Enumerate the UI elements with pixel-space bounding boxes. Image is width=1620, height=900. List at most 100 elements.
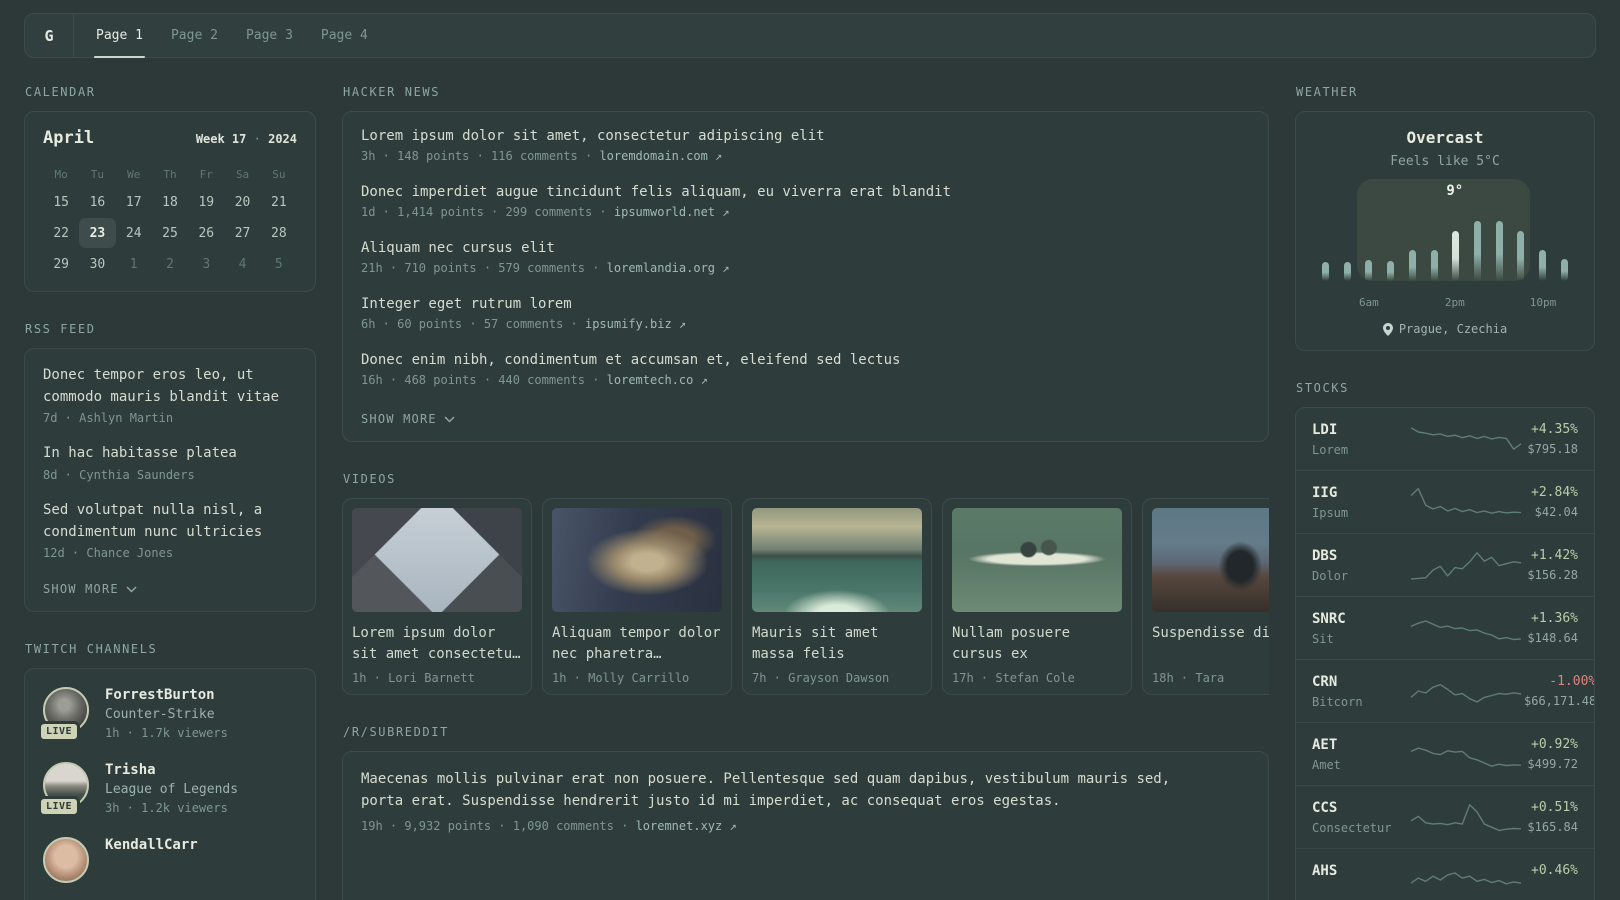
external-link-icon: ↗ (722, 261, 730, 275)
stock-price: $156.28 (1527, 568, 1578, 582)
hn-meta-text: 21h · 710 points · 579 comments (361, 261, 585, 275)
video-title[interactable]: Suspendisse diam (1152, 623, 1269, 665)
stock-symbol: DBS (1312, 547, 1338, 564)
video-thumbnail[interactable] (552, 508, 722, 612)
rss-item-meta: 7d · Ashlyn Martin (43, 411, 174, 426)
calendar-day: 15 (53, 194, 69, 210)
hn-story-title[interactable]: Lorem ipsum dolor sit amet, consectetur … (361, 128, 1250, 144)
weather-chart: 9° (1316, 179, 1574, 295)
calendar-day: 21 (271, 194, 287, 210)
meta-separator: · (592, 205, 614, 219)
weather-hour-bar (1560, 258, 1568, 281)
hn-story-title[interactable]: Donec imperdiet augue tincidunt felis al… (361, 184, 1250, 200)
hn-story-domain[interactable]: ipsumify.biz ↗ (585, 317, 686, 331)
stock-name: Lorem (1312, 442, 1349, 457)
app-logo[interactable]: G (25, 14, 74, 57)
tab-page-4[interactable]: Page 4 (321, 14, 368, 57)
weekday-label: Su (272, 167, 286, 181)
calendar-month: April (43, 128, 95, 148)
video-card[interactable]: Lorem ipsum dolor sit amet consectetu… 1… (342, 498, 532, 695)
reddit-post-title[interactable]: Maecenas mollis pulvinar erat non posuer… (361, 768, 1176, 813)
video-thumbnail[interactable] (752, 508, 922, 612)
calendar-day: 17 (125, 194, 142, 210)
rss-item-title[interactable]: In hac habitasse platea (43, 443, 297, 465)
twitch-channel[interactable]: KendallCarr (43, 837, 297, 884)
hn-story-domain[interactable]: loremdomain.com ↗ (599, 149, 722, 163)
external-link-icon: ↗ (729, 818, 737, 833)
hn-story-meta: 21h · 710 points · 579 comments · loreml… (361, 261, 1250, 275)
hn-meta-text: 6h · 60 points · 57 comments (361, 317, 564, 331)
reddit-post: Maecenas mollis pulvinar erat non posuer… (361, 768, 1250, 833)
stock-row[interactable]: AET Amet +0.92% $499.72 (1296, 722, 1594, 785)
hn-story-title[interactable]: Donec enim nibh, condimentum et accumsan… (361, 352, 1250, 368)
hn-show-more-button[interactable]: SHOW MORE (361, 412, 455, 426)
channel-meta: 3h · 1.2k viewers (105, 801, 228, 816)
rss-item-title[interactable]: Donec tempor eros leo, ut commodo mauris… (43, 365, 297, 408)
calendar-week-label: Week 17 (195, 132, 247, 146)
reddit-meta-text: 19h · 9,932 points · 1,090 comments (361, 818, 614, 833)
twitch-channel[interactable]: LIVE Trisha League of Legends 3h · 1.2k … (38, 762, 297, 818)
rss-item-title[interactable]: Sed volutpat nulla nisl, a condimentum n… (43, 500, 297, 543)
calendar-day: 5 (274, 256, 283, 272)
video-thumbnail[interactable] (1152, 508, 1269, 612)
channel-game: Counter-Strike (105, 707, 215, 723)
show-more-label: SHOW MORE (361, 412, 437, 426)
video-card[interactable]: Suspendisse diam 18h · Tara (1142, 498, 1269, 695)
rss-item-meta: 8d · Cynthia Saunders (43, 468, 195, 483)
hn-story-domain[interactable]: ipsumworld.net ↗ (614, 205, 730, 219)
hn-story: Lorem ipsum dolor sit amet, consectetur … (361, 128, 1250, 163)
location-text: Prague, Czechia (1398, 322, 1508, 336)
stocks-section-title: STOCKS (1296, 381, 1349, 395)
stock-change: +0.92% (1531, 737, 1578, 752)
video-card[interactable]: Nullam posuere cursus ex 17h · Stefan Co… (942, 498, 1132, 695)
hacker-news-card: Lorem ipsum dolor sit amet, consectetur … (342, 111, 1269, 442)
stock-sparkline (1410, 804, 1522, 832)
stock-symbol: CRN (1312, 673, 1338, 690)
video-card[interactable]: Mauris sit amet massa felis 7h · Grayson… (742, 498, 932, 695)
calendar-grid: Mo Tu We Th Fr Sa Su 15 16 17 18 19 20 2… (43, 162, 297, 279)
video-title[interactable]: Aliquam tempor dolor nec pharetra… (552, 623, 722, 665)
video-title[interactable]: Nullam posuere cursus ex (952, 623, 1122, 665)
twitch-channel[interactable]: LIVE ForrestBurton Counter-Strike 1h · 1… (38, 687, 297, 743)
left-column: CALENDAR April Week 17 · 2024 Mo Tu We T… (24, 85, 316, 900)
tab-page-2[interactable]: Page 2 (171, 14, 218, 57)
video-card[interactable]: Aliquam tempor dolor nec pharetra… 1h · … (542, 498, 732, 695)
stock-row[interactable]: SNRC Sit +1.36% $148.64 (1296, 596, 1594, 659)
stock-symbol: IIG (1312, 484, 1338, 501)
stock-name: Sit (1312, 631, 1334, 646)
hn-story-title[interactable]: Integer eget rutrum lorem (361, 296, 1250, 312)
avatar (43, 837, 89, 884)
stock-change: +0.51% (1531, 800, 1578, 815)
video-thumbnail[interactable] (352, 508, 522, 612)
video-thumbnail[interactable] (952, 508, 1122, 612)
meta-separator: · (563, 317, 585, 331)
video-title[interactable]: Mauris sit amet massa felis (752, 623, 922, 665)
videos-section-title: VIDEOS (343, 472, 396, 486)
hn-story-title[interactable]: Aliquam nec cursus elit (361, 240, 1250, 256)
stock-change: -1.00% (1549, 674, 1595, 689)
tab-page-3[interactable]: Page 3 (246, 14, 293, 57)
tab-page-1[interactable]: Page 1 (94, 14, 145, 58)
weekday-label: Sa (235, 167, 250, 181)
hn-story-domain[interactable]: loremtech.co ↗ (607, 373, 708, 387)
stock-row[interactable]: AHS +0.46% (1296, 848, 1594, 900)
stock-row[interactable]: CRN Bitcorn -1.00% $66,171.48 (1296, 659, 1594, 722)
subreddit-section-title: /R/SUBREDDIT (343, 725, 449, 739)
hn-story-domain[interactable]: loremlandia.org ↗ (607, 261, 730, 275)
subreddit-card: Maecenas mollis pulvinar erat non posuer… (342, 751, 1269, 900)
stock-row[interactable]: DBS Dolor +1.42% $156.28 (1296, 533, 1594, 596)
video-title[interactable]: Lorem ipsum dolor sit amet consectetu… (352, 623, 522, 665)
reddit-post-domain[interactable]: loremnet.xyz ↗ (636, 819, 737, 833)
rss-show-more-button[interactable]: SHOW MORE (43, 582, 137, 596)
rss-widget: RSS FEED Donec tempor eros leo, ut commo… (24, 322, 316, 613)
stock-row[interactable]: LDI Lorem +4.35% $795.18 (1296, 408, 1594, 470)
stock-row[interactable]: IIG Ipsum +2.84% $42.04 (1296, 470, 1594, 533)
channel-name[interactable]: KendallCarr (105, 837, 198, 853)
channel-name[interactable]: Trisha (105, 762, 238, 778)
stock-name: Amet (1312, 757, 1341, 772)
weather-hour-bar (1322, 261, 1329, 281)
stock-row[interactable]: CCS Consectetur +0.51% $165.84 (1296, 785, 1594, 848)
calendar-day: 30 (89, 256, 106, 272)
channel-name[interactable]: ForrestBurton (105, 687, 228, 703)
weather-condition: Overcast (1406, 128, 1484, 147)
